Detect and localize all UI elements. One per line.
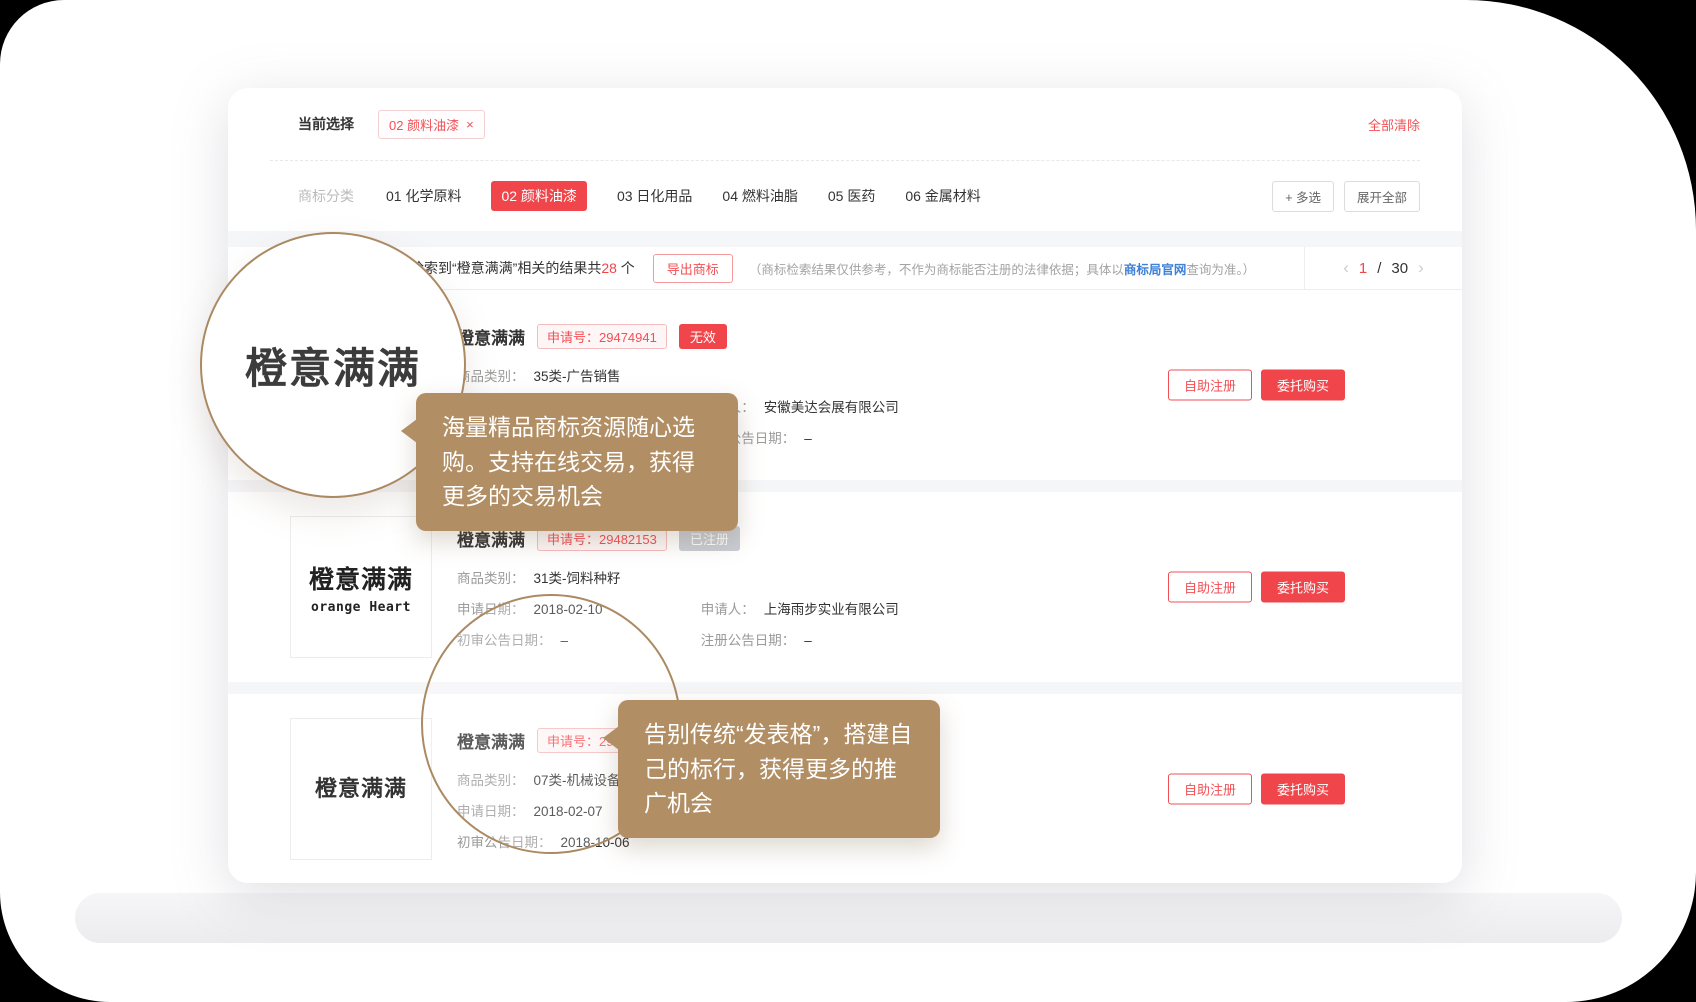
export-trademarks-button[interactable]: 导出商标 bbox=[653, 254, 733, 283]
table-row: 橙意满满 orange Heart 橙意满满 申请号：29482153 已注册 … bbox=[228, 492, 1462, 682]
self-register-button[interactable]: 自助注册 bbox=[1168, 572, 1252, 603]
disclaimer-text: （商标检索结果仅供参考，不作为商标能否注册的法律依据；具体以商标局官网查询为准。… bbox=[749, 259, 1255, 278]
selected-filter-tag-text: 02 颜料油漆 bbox=[389, 115, 459, 134]
current-selection-bar: 当前选择 02 颜料油漆 × 全部清除 bbox=[228, 88, 1462, 160]
laptop-base bbox=[75, 893, 1622, 943]
clear-all-button[interactable]: 全部清除 bbox=[1368, 115, 1420, 134]
results-count: 28 bbox=[601, 260, 617, 276]
trademark-image[interactable]: 橙意满满 bbox=[290, 718, 432, 860]
application-number-label: 申请号： bbox=[547, 330, 599, 345]
entrust-buy-button[interactable]: 委托购买 bbox=[1261, 370, 1345, 401]
application-number-tag: 申请号：29474941 bbox=[537, 324, 667, 349]
applicant-value: 上海雨步实业有限公司 bbox=[764, 602, 899, 617]
page-separator: / bbox=[1377, 260, 1381, 277]
status-badge: 无效 bbox=[679, 324, 727, 349]
pagination: ‹ 1 / 30 › bbox=[1304, 247, 1462, 289]
section-separator bbox=[228, 231, 1462, 247]
page-background: 当前选择 02 颜料油漆 × 全部清除 商标分类 01 化学原料 02 颜料油漆… bbox=[0, 0, 1696, 1002]
self-register-button[interactable]: 自助注册 bbox=[1168, 370, 1252, 401]
disclaimer-pre: （商标检索结果仅供参考，不作为商标能否注册的法律依据；具体以 bbox=[749, 263, 1124, 277]
category-item-05[interactable]: 05 医药 bbox=[828, 186, 875, 206]
self-register-button[interactable]: 自助注册 bbox=[1168, 774, 1252, 805]
category-item-02-active[interactable]: 02 颜料油漆 bbox=[491, 181, 586, 211]
trademark-office-link[interactable]: 商标局官网 bbox=[1124, 263, 1187, 277]
remove-filter-icon[interactable]: × bbox=[466, 117, 474, 132]
registration-publication-value: – bbox=[804, 633, 812, 648]
category-item-04[interactable]: 04 燃料油脂 bbox=[722, 186, 797, 206]
application-number: 29474941 bbox=[599, 330, 657, 345]
category-bar-label: 商标分类 bbox=[298, 186, 354, 206]
magnified-trademark-text: 橙意满满 bbox=[245, 335, 421, 396]
category-value: 31类-饲料种籽 bbox=[534, 571, 621, 586]
row-separator bbox=[228, 480, 1462, 492]
category-item-01[interactable]: 01 化学原料 bbox=[386, 186, 461, 206]
registration-publication-label: 注册公告日期： bbox=[701, 633, 796, 648]
trademark-image-subtext: orange Heart bbox=[311, 600, 411, 615]
total-pages: 30 bbox=[1391, 260, 1408, 277]
tooltip-text: 海量精品商标资源随心选购。支持在线交易，获得更多的交易机会 bbox=[442, 414, 695, 509]
applicant-label: 申请人： bbox=[701, 602, 755, 617]
expand-all-button[interactable]: 展开全部 bbox=[1344, 181, 1420, 212]
prev-page-icon[interactable]: ‹ bbox=[1343, 258, 1349, 278]
category-item-06[interactable]: 06 金属材料 bbox=[905, 186, 980, 206]
current-selection-label: 当前选择 bbox=[298, 114, 354, 134]
trademark-image[interactable]: 橙意满满 orange Heart bbox=[290, 516, 432, 658]
application-number-label: 申请号： bbox=[547, 532, 599, 547]
selected-filter-tag[interactable]: 02 颜料油漆 × bbox=[378, 110, 485, 139]
disclaimer-post: 查询为准。） bbox=[1186, 263, 1255, 277]
trademark-name[interactable]: 橙意满满 bbox=[457, 324, 525, 349]
results-summary-suffix: 个 bbox=[617, 260, 635, 276]
entrust-buy-button[interactable]: 委托购买 bbox=[1261, 572, 1345, 603]
current-page: 1 bbox=[1359, 260, 1367, 277]
application-number: 29482153 bbox=[599, 532, 657, 547]
category-label: 商品类别： bbox=[457, 369, 525, 384]
category-label: 商品类别： bbox=[457, 571, 525, 586]
tooltip-text: 告别传统“发表格”，搭建自己的标行，获得更多的推广机会 bbox=[644, 721, 912, 816]
applicant-value: 安徽美达会展有限公司 bbox=[764, 400, 899, 415]
registration-publication-value: – bbox=[804, 431, 812, 446]
category-value: 35类-广告销售 bbox=[534, 369, 621, 384]
entrust-buy-button[interactable]: 委托购买 bbox=[1261, 774, 1345, 805]
feature-tooltip-promo: 告别传统“发表格”，搭建自己的标行，获得更多的推广机会 bbox=[618, 700, 940, 838]
next-page-icon[interactable]: › bbox=[1418, 258, 1424, 278]
trademark-image-text: 橙意满满 bbox=[315, 771, 407, 803]
row-separator bbox=[228, 682, 1462, 694]
feature-tooltip-trade: 海量精品商标资源随心选购。支持在线交易，获得更多的交易机会 bbox=[416, 393, 738, 531]
category-bar: 商标分类 01 化学原料 02 颜料油漆 03 日化用品 04 燃料油脂 05 … bbox=[228, 161, 1462, 231]
multi-select-button[interactable]: + 多选 bbox=[1272, 181, 1334, 212]
category-item-03[interactable]: 03 日化用品 bbox=[617, 186, 692, 206]
trademark-image-text: 橙意满满 bbox=[309, 560, 413, 596]
